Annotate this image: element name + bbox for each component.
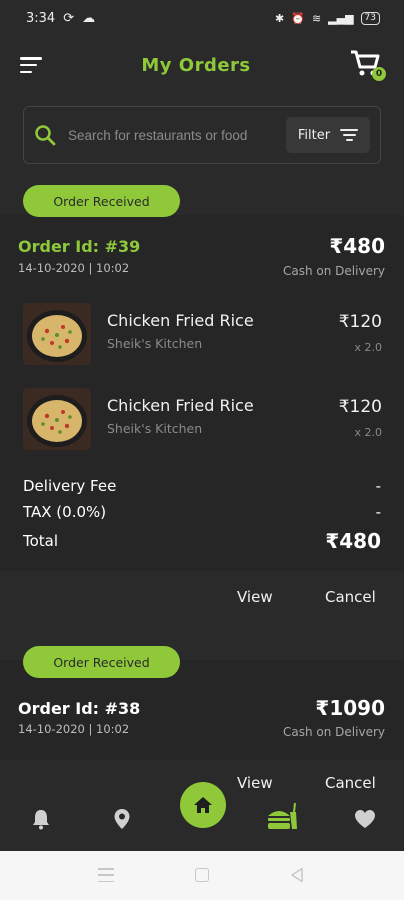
view-button[interactable]: View xyxy=(237,588,273,606)
tax-row: TAX (0.0%) - xyxy=(23,499,381,525)
sync-icon: ⟳ xyxy=(63,10,75,26)
delivery-fee-value: - xyxy=(375,477,381,495)
cart-button[interactable]: 0 xyxy=(350,49,386,81)
list-item[interactable]: Chicken Fried Rice Sheik's Kitchen ₹120 … xyxy=(0,300,404,370)
food-image xyxy=(23,388,91,450)
food-image xyxy=(23,303,91,365)
app-screen: 3:34 ⟳ ☁ ✱ ⏰ ≋ ▂▄▆ 73 My Orders 0 Search… xyxy=(0,0,404,851)
order-id: Order Id: #39 xyxy=(18,237,141,256)
search-input[interactable] xyxy=(68,127,268,143)
list-item[interactable]: Chicken Fried Rice Sheik's Kitchen ₹120 … xyxy=(0,385,404,455)
item-restaurant: Sheik's Kitchen xyxy=(107,336,203,351)
filter-button[interactable]: Filter xyxy=(286,117,370,153)
payment-method: Cash on Delivery xyxy=(283,264,385,278)
heart-icon xyxy=(355,810,375,828)
order-date: 14-10-2020 | 10:02 xyxy=(18,261,130,275)
search-bar: Filter xyxy=(23,106,381,164)
bell-icon xyxy=(33,810,49,830)
page-title: My Orders xyxy=(141,54,251,76)
item-quantity: x 2.0 xyxy=(354,426,383,439)
order-price: ₹1090 xyxy=(315,696,385,720)
cart-count-badge: 0 xyxy=(372,67,386,81)
status-badge: Order Received xyxy=(23,646,180,678)
food-icon xyxy=(268,802,297,829)
item-price: ₹120 xyxy=(338,312,382,332)
alarm-icon: ⏰ xyxy=(291,11,305,25)
total-value: ₹480 xyxy=(325,529,381,553)
nav-favorites[interactable] xyxy=(353,808,377,830)
search-icon xyxy=(35,125,56,146)
bottom-nav xyxy=(0,782,404,851)
nav-notifications[interactable] xyxy=(30,808,52,830)
cloud-icon: ☁ xyxy=(82,10,96,26)
order-actions: View Cancel xyxy=(0,573,404,629)
nav-location[interactable] xyxy=(111,808,133,830)
order-id: Order Id: #38 xyxy=(18,699,141,718)
home-icon xyxy=(194,797,212,813)
recent-apps-icon[interactable] xyxy=(98,868,114,882)
status-badge: Order Received xyxy=(23,185,180,217)
delivery-fee-label: Delivery Fee xyxy=(23,477,117,495)
delivery-fee-row: Delivery Fee - xyxy=(23,473,381,499)
item-name: Chicken Fried Rice xyxy=(107,311,254,330)
nav-home[interactable] xyxy=(180,782,226,828)
status-time: 3:34 xyxy=(26,10,56,26)
nav-food[interactable] xyxy=(266,802,298,832)
item-restaurant: Sheik's Kitchen xyxy=(107,421,203,436)
cancel-button[interactable]: Cancel xyxy=(325,588,376,606)
app-header: My Orders 0 xyxy=(0,36,404,94)
item-quantity: x 2.0 xyxy=(354,341,383,354)
order-date: 14-10-2020 | 10:02 xyxy=(18,722,130,736)
total-row: Total ₹480 xyxy=(23,525,381,557)
home-system-icon[interactable] xyxy=(195,868,209,882)
item-price: ₹120 xyxy=(338,397,382,417)
battery-icon: 73 xyxy=(360,11,380,25)
wifi-icon: ≋ xyxy=(311,11,322,25)
filter-icon xyxy=(340,129,359,141)
item-name: Chicken Fried Rice xyxy=(107,396,254,415)
tax-value: - xyxy=(375,503,381,521)
bluetooth-icon: ✱ xyxy=(275,11,285,25)
tax-label: TAX (0.0%) xyxy=(23,503,107,521)
signal-icon: ▂▄▆ xyxy=(328,11,354,25)
order-summary: Delivery Fee - TAX (0.0%) - Total ₹480 xyxy=(23,473,381,557)
system-nav-bar xyxy=(0,851,404,900)
menu-icon[interactable] xyxy=(20,57,42,73)
status-bar: 3:34 ⟳ ☁ ✱ ⏰ ≋ ▂▄▆ 73 xyxy=(0,0,404,36)
location-icon xyxy=(114,809,130,829)
payment-method: Cash on Delivery xyxy=(283,725,385,739)
order-price: ₹480 xyxy=(329,234,385,258)
back-icon[interactable] xyxy=(290,867,304,883)
filter-label: Filter xyxy=(297,127,331,143)
total-label: Total xyxy=(23,532,59,550)
